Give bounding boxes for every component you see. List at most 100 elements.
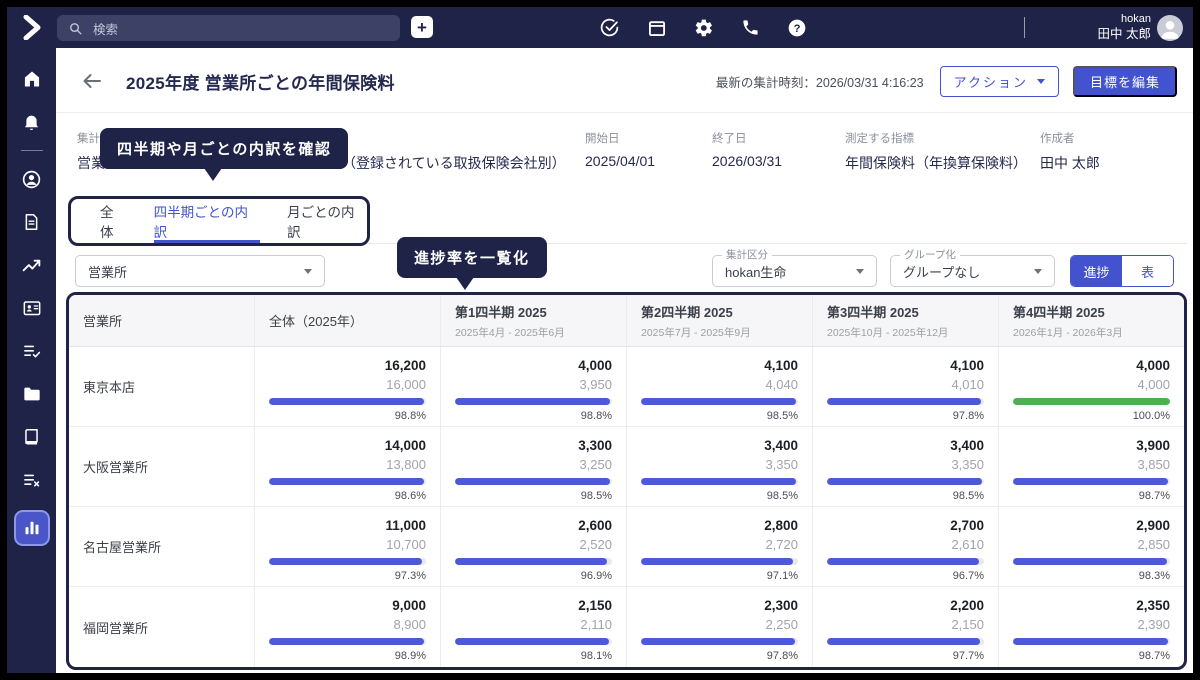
progress-percent: 98.9% <box>269 650 426 662</box>
edit-goal-button[interactable]: 目標を編集 <box>1073 66 1177 97</box>
tabs-annotation-box: 全体 四半期ごとの内訳 月ごとの内訳 <box>68 196 370 246</box>
progress-percent: 98.5% <box>641 410 798 422</box>
actual-value: 2,110 <box>455 617 612 632</box>
progress-percent: 98.7% <box>1013 490 1170 502</box>
office-name: 大阪営業所 <box>69 427 254 506</box>
dimension-select[interactable]: 営業所 <box>75 255 325 287</box>
progress-bar-fill <box>827 398 981 405</box>
topbar-divider <box>1024 17 1025 38</box>
sidebar-item-tasks[interactable] <box>14 334 50 368</box>
progress-cell: 2,3502,39098.7% <box>998 587 1184 667</box>
meta-end-date: 終了日 2026/03/31 <box>712 130 782 169</box>
back-button[interactable] <box>80 69 104 93</box>
progress-bar <box>455 478 612 485</box>
progress-bar-fill <box>641 478 796 485</box>
progress-cell: 4,1004,04098.5% <box>626 347 812 426</box>
table-row: 東京本店16,20016,00098.8%4,0003,95098.8%4,10… <box>69 347 1184 427</box>
sidebar-item-account[interactable] <box>14 162 50 196</box>
sidebar-item-customers[interactable] <box>14 291 50 325</box>
home-icon <box>22 69 42 89</box>
target-value: 14,000 <box>269 438 426 453</box>
progress-bar <box>1013 478 1170 485</box>
progress-percent: 98.3% <box>1013 570 1170 582</box>
top-navbar: 検索 + <box>7 7 1193 48</box>
sidebar-item-library[interactable] <box>14 420 50 454</box>
person-circle-icon <box>21 169 42 190</box>
person-icon <box>1157 15 1183 41</box>
target-value: 2,200 <box>827 598 984 613</box>
action-button[interactable]: アクション <box>940 66 1059 97</box>
actual-value: 3,850 <box>1013 457 1170 472</box>
tab-quarterly[interactable]: 四半期ごとの内訳 <box>154 199 261 243</box>
target-value: 11,000 <box>269 518 426 533</box>
settings-button[interactable] <box>694 18 714 38</box>
calendar-icon <box>647 18 667 38</box>
target-value: 2,700 <box>827 518 984 533</box>
progress-bar-fill <box>455 478 610 485</box>
calendar-button[interactable] <box>647 18 667 38</box>
segment-select-label: 集計区分 <box>722 249 772 261</box>
progress-cell: 16,20016,00098.8% <box>254 347 440 426</box>
search-input[interactable]: 検索 <box>57 15 400 41</box>
sidebar-item-analytics[interactable] <box>14 248 50 282</box>
tab-monthly[interactable]: 月ごとの内訳 <box>287 199 367 243</box>
target-value: 3,400 <box>641 438 798 453</box>
sidebar-item-files[interactable] <box>14 377 50 411</box>
gear-icon <box>694 18 714 38</box>
progress-bar-fill <box>827 558 979 565</box>
office-name: 福岡営業所 <box>69 587 254 667</box>
progress-bar <box>827 478 984 485</box>
main-content: 2025年度 営業所ごとの年間保険料 最新の集計時刻：2026/03/31 4:… <box>56 48 1193 673</box>
grouping-select[interactable]: グループ化 グループなし <box>890 255 1055 287</box>
progress-percent: 98.6% <box>269 490 426 502</box>
table-row: 名古屋営業所11,00010,70097.3%2,6002,52096.9%2,… <box>69 507 1184 587</box>
chevron-down-icon <box>1037 79 1045 84</box>
target-value: 2,600 <box>455 518 612 533</box>
help-button[interactable]: ? <box>787 18 807 38</box>
user-info[interactable]: hokan 田中 太郎 <box>1098 12 1151 42</box>
view-toggle-table[interactable]: 表 <box>1122 256 1173 286</box>
progress-bar <box>269 558 426 565</box>
add-button[interactable]: + <box>411 16 433 38</box>
meta-metric: 測定する指標 年間保険料（年換算保険料） <box>845 130 1027 173</box>
progress-bar-fill <box>455 558 607 565</box>
sidebar-item-goals-active[interactable] <box>14 510 50 546</box>
avatar[interactable] <box>1157 15 1183 41</box>
meta-start-date: 開始日 2025/04/01 <box>585 130 655 169</box>
tasks-button[interactable] <box>599 17 620 38</box>
target-value: 2,300 <box>641 598 798 613</box>
sidebar-item-exclusions[interactable] <box>14 463 50 497</box>
progress-percent: 97.3% <box>269 570 426 582</box>
sidebar-item-notifications[interactable] <box>14 105 50 139</box>
progress-bar-fill <box>641 398 796 405</box>
progress-bar-fill <box>827 478 982 485</box>
progress-bar <box>1013 398 1170 405</box>
office-name: 東京本店 <box>69 347 254 426</box>
tab-overall[interactable]: 全体 <box>100 199 127 243</box>
view-toggle-progress[interactable]: 進捗 <box>1071 256 1122 286</box>
progress-bar-fill <box>269 558 422 565</box>
target-value: 9,000 <box>269 598 426 613</box>
sidebar-item-home[interactable] <box>14 62 50 96</box>
check-circle-icon <box>599 17 620 38</box>
actual-value: 2,720 <box>641 537 798 552</box>
phone-button[interactable] <box>741 18 760 37</box>
progress-bar <box>1013 638 1170 645</box>
table-header-row: 営業所 全体（2025年） 第1四半期 2025 2025年4月 - 2025年… <box>69 295 1184 347</box>
progress-bar-fill <box>455 638 609 645</box>
progress-bar <box>641 638 798 645</box>
actual-value: 3,950 <box>455 377 612 392</box>
actual-value: 4,000 <box>1013 377 1170 392</box>
actual-value: 2,390 <box>1013 617 1170 632</box>
table-body: 東京本店16,20016,00098.8%4,0003,95098.8%4,10… <box>69 347 1184 667</box>
sidebar-item-documents[interactable] <box>14 205 50 239</box>
hokan-logo[interactable] <box>20 15 44 40</box>
progress-percent: 98.1% <box>455 650 612 662</box>
progress-bar-fill <box>455 398 610 405</box>
progress-table-annotation-box: 営業所 全体（2025年） 第1四半期 2025 2025年4月 - 2025年… <box>66 292 1187 670</box>
target-value: 2,150 <box>455 598 612 613</box>
progress-percent: 98.7% <box>1013 650 1170 662</box>
segment-select[interactable]: 集計区分 hokan生命 <box>712 255 877 287</box>
actual-value: 2,520 <box>455 537 612 552</box>
progress-percent: 97.7% <box>827 650 984 662</box>
